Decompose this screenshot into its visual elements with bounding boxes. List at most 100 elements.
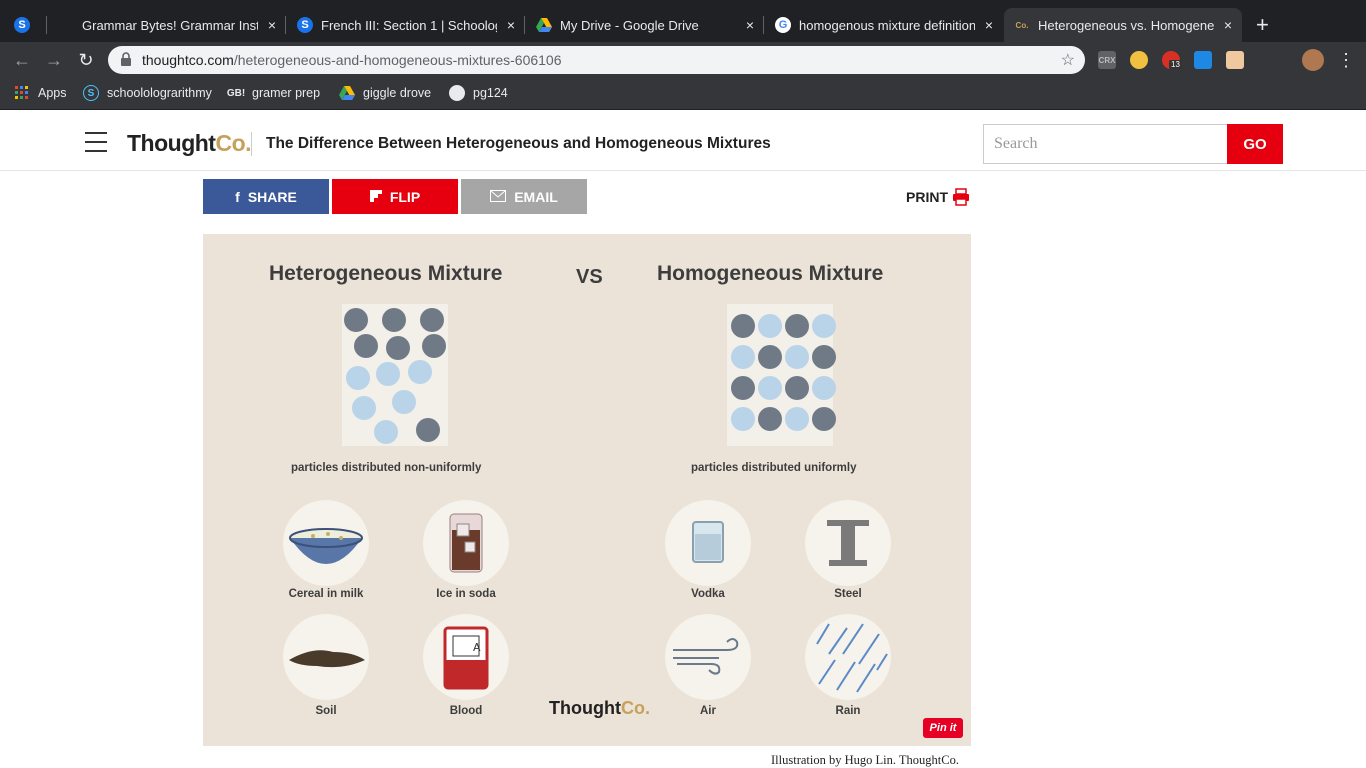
- browser-toolbar: ← → ↻ thoughtco.com/heterogeneous-and-ho…: [0, 42, 1366, 78]
- adblock-extension-icon[interactable]: 13: [1162, 51, 1182, 69]
- thoughtco-logo[interactable]: ThoughtCo.: [127, 130, 252, 157]
- owl-extension-icon[interactable]: [1130, 51, 1148, 69]
- pin-it-button[interactable]: Pin it: [923, 718, 963, 738]
- header-divider: [251, 132, 252, 156]
- tab-close-icon[interactable]: ×: [1220, 17, 1236, 33]
- back-arrow-icon[interactable]: ←: [10, 48, 34, 72]
- extension-icon[interactable]: [1258, 51, 1276, 69]
- dark-particle: [422, 334, 446, 358]
- dark-particle: [416, 418, 440, 442]
- hamburger-menu-icon[interactable]: [85, 132, 107, 152]
- dark-particle: [812, 345, 836, 369]
- dark-particle: [785, 376, 809, 400]
- gb-icon: GB!: [226, 87, 246, 99]
- checkmark-extension-icon[interactable]: [1194, 51, 1212, 69]
- thoughtco-favicon: Co.: [1015, 20, 1029, 30]
- forward-arrow-icon[interactable]: →: [42, 48, 66, 72]
- bookmarks-bar: Apps S schoololograrithmy GB! gramer pre…: [0, 78, 1366, 110]
- email-button[interactable]: EMAIL: [461, 179, 587, 214]
- tab-french-schoology[interactable]: S French III: Section 1 | Schoolog ×: [297, 8, 522, 42]
- blank-favicon: [58, 17, 74, 33]
- apps-grid-icon: [14, 85, 30, 101]
- dark-particle: [344, 308, 368, 332]
- tab-close-icon[interactable]: ×: [503, 17, 519, 33]
- dark-particle: [731, 376, 755, 400]
- menu-kebab-icon[interactable]: ⋮: [1334, 48, 1358, 72]
- flipboard-icon: [369, 189, 382, 205]
- printer-icon: [953, 188, 969, 206]
- tab-title: My Drive - Google Drive: [560, 17, 699, 33]
- dark-particle: [420, 308, 444, 332]
- web-page: ThoughtCo. The Difference Between Hetero…: [0, 110, 1366, 768]
- tab-close-icon[interactable]: ×: [742, 17, 758, 33]
- face-extension-icon[interactable]: [1226, 51, 1244, 69]
- google-g-icon: G: [775, 17, 791, 33]
- air-wind-icon: [665, 614, 751, 700]
- ice-soda-glass-icon: [423, 500, 509, 586]
- bookmark-label: schoololograrithmy: [107, 86, 212, 100]
- url-domain: thoughtco.com: [142, 52, 234, 68]
- light-particle: [376, 362, 400, 386]
- address-bar[interactable]: thoughtco.com/heterogeneous-and-homogene…: [108, 46, 1085, 74]
- infographic: Heterogeneous Mixture VS Homogeneous Mix…: [203, 234, 971, 746]
- tab-separator: [46, 16, 47, 34]
- heterogeneous-title: Heterogeneous Mixture: [269, 262, 503, 285]
- tab-grammar-bytes[interactable]: Grammar Bytes! Grammar Instr ×: [58, 8, 283, 42]
- infographic-thoughtco-logo: ThoughtCo.: [549, 698, 650, 718]
- uniform-particles-illustration: [727, 304, 836, 446]
- tab-google-drive[interactable]: My Drive - Google Drive ×: [536, 8, 761, 42]
- light-particle: [812, 314, 836, 338]
- google-drive-icon: [536, 17, 552, 33]
- dark-particle: [382, 308, 406, 332]
- light-particle: [758, 314, 782, 338]
- example-label: Ice in soda: [436, 588, 496, 600]
- reload-icon[interactable]: ↻: [74, 48, 98, 72]
- light-particle: [346, 366, 370, 390]
- new-tab-button[interactable]: +: [1256, 8, 1269, 42]
- profile-avatar[interactable]: [1302, 49, 1324, 71]
- tab-thoughtco-active[interactable]: Co. Heterogeneous vs. Homogene ×: [1004, 8, 1242, 42]
- homogeneous-caption: particles distributed uniformly: [691, 462, 857, 474]
- bookmark-label: pg124: [473, 86, 508, 100]
- tab-close-icon[interactable]: ×: [981, 17, 997, 33]
- bookmark-apps[interactable]: Apps: [14, 85, 67, 101]
- light-particle: [758, 376, 782, 400]
- illustration-credit: Illustration by Hugo Lin. ThoughtCo.: [771, 753, 959, 767]
- crx-extension-icon[interactable]: CRX: [1098, 51, 1116, 69]
- bookmark-pg124[interactable]: pg124: [449, 85, 508, 101]
- schoology-icon: S: [14, 17, 30, 33]
- article-headline: The Difference Between Heterogeneous and…: [266, 135, 771, 152]
- tab-title: Heterogeneous vs. Homogene: [1038, 17, 1214, 33]
- facebook-icon: f: [235, 188, 240, 205]
- bookmark-gramer-prep[interactable]: GB! gramer prep: [226, 85, 321, 101]
- tab-google-search[interactable]: G homogenous mixture definition ×: [775, 8, 1000, 42]
- share-button[interactable]: f SHARE: [203, 179, 329, 214]
- example-label: Air: [700, 705, 716, 717]
- cereal-bowl-icon: [283, 500, 369, 586]
- bookmark-giggle-drove[interactable]: giggle drove: [339, 85, 431, 101]
- example-label: Cereal in milk: [288, 588, 364, 600]
- print-button[interactable]: PRINT: [906, 188, 970, 206]
- light-particle: [812, 376, 836, 400]
- non-uniform-particles-illustration: [342, 304, 448, 446]
- light-particle: [785, 345, 809, 369]
- bookmark-star-icon[interactable]: ☆: [1061, 50, 1075, 70]
- bookmark-label: Apps: [38, 86, 67, 100]
- bookmark-schoology[interactable]: S schoololograrithmy: [83, 85, 212, 101]
- dark-particle: [785, 314, 809, 338]
- bookmark-label: gramer prep: [252, 86, 321, 100]
- search-go-button[interactable]: GO: [1227, 124, 1283, 164]
- extension-badge: 13: [1169, 60, 1182, 69]
- light-particle: [374, 420, 398, 444]
- lock-icon: [121, 52, 131, 66]
- search-input[interactable]: Search: [983, 124, 1228, 164]
- light-particle: [352, 396, 376, 420]
- pinned-tab-schoology[interactable]: S: [14, 8, 44, 42]
- tab-separator: [763, 16, 764, 34]
- url-path: /heterogeneous-and-homogeneous-mixtures-…: [233, 52, 562, 68]
- tab-title: homogenous mixture definition: [799, 17, 975, 33]
- flip-button[interactable]: FLIP: [332, 179, 458, 214]
- vodka-glass-icon: [665, 500, 751, 586]
- tab-close-icon[interactable]: ×: [264, 17, 280, 33]
- dark-particle: [758, 345, 782, 369]
